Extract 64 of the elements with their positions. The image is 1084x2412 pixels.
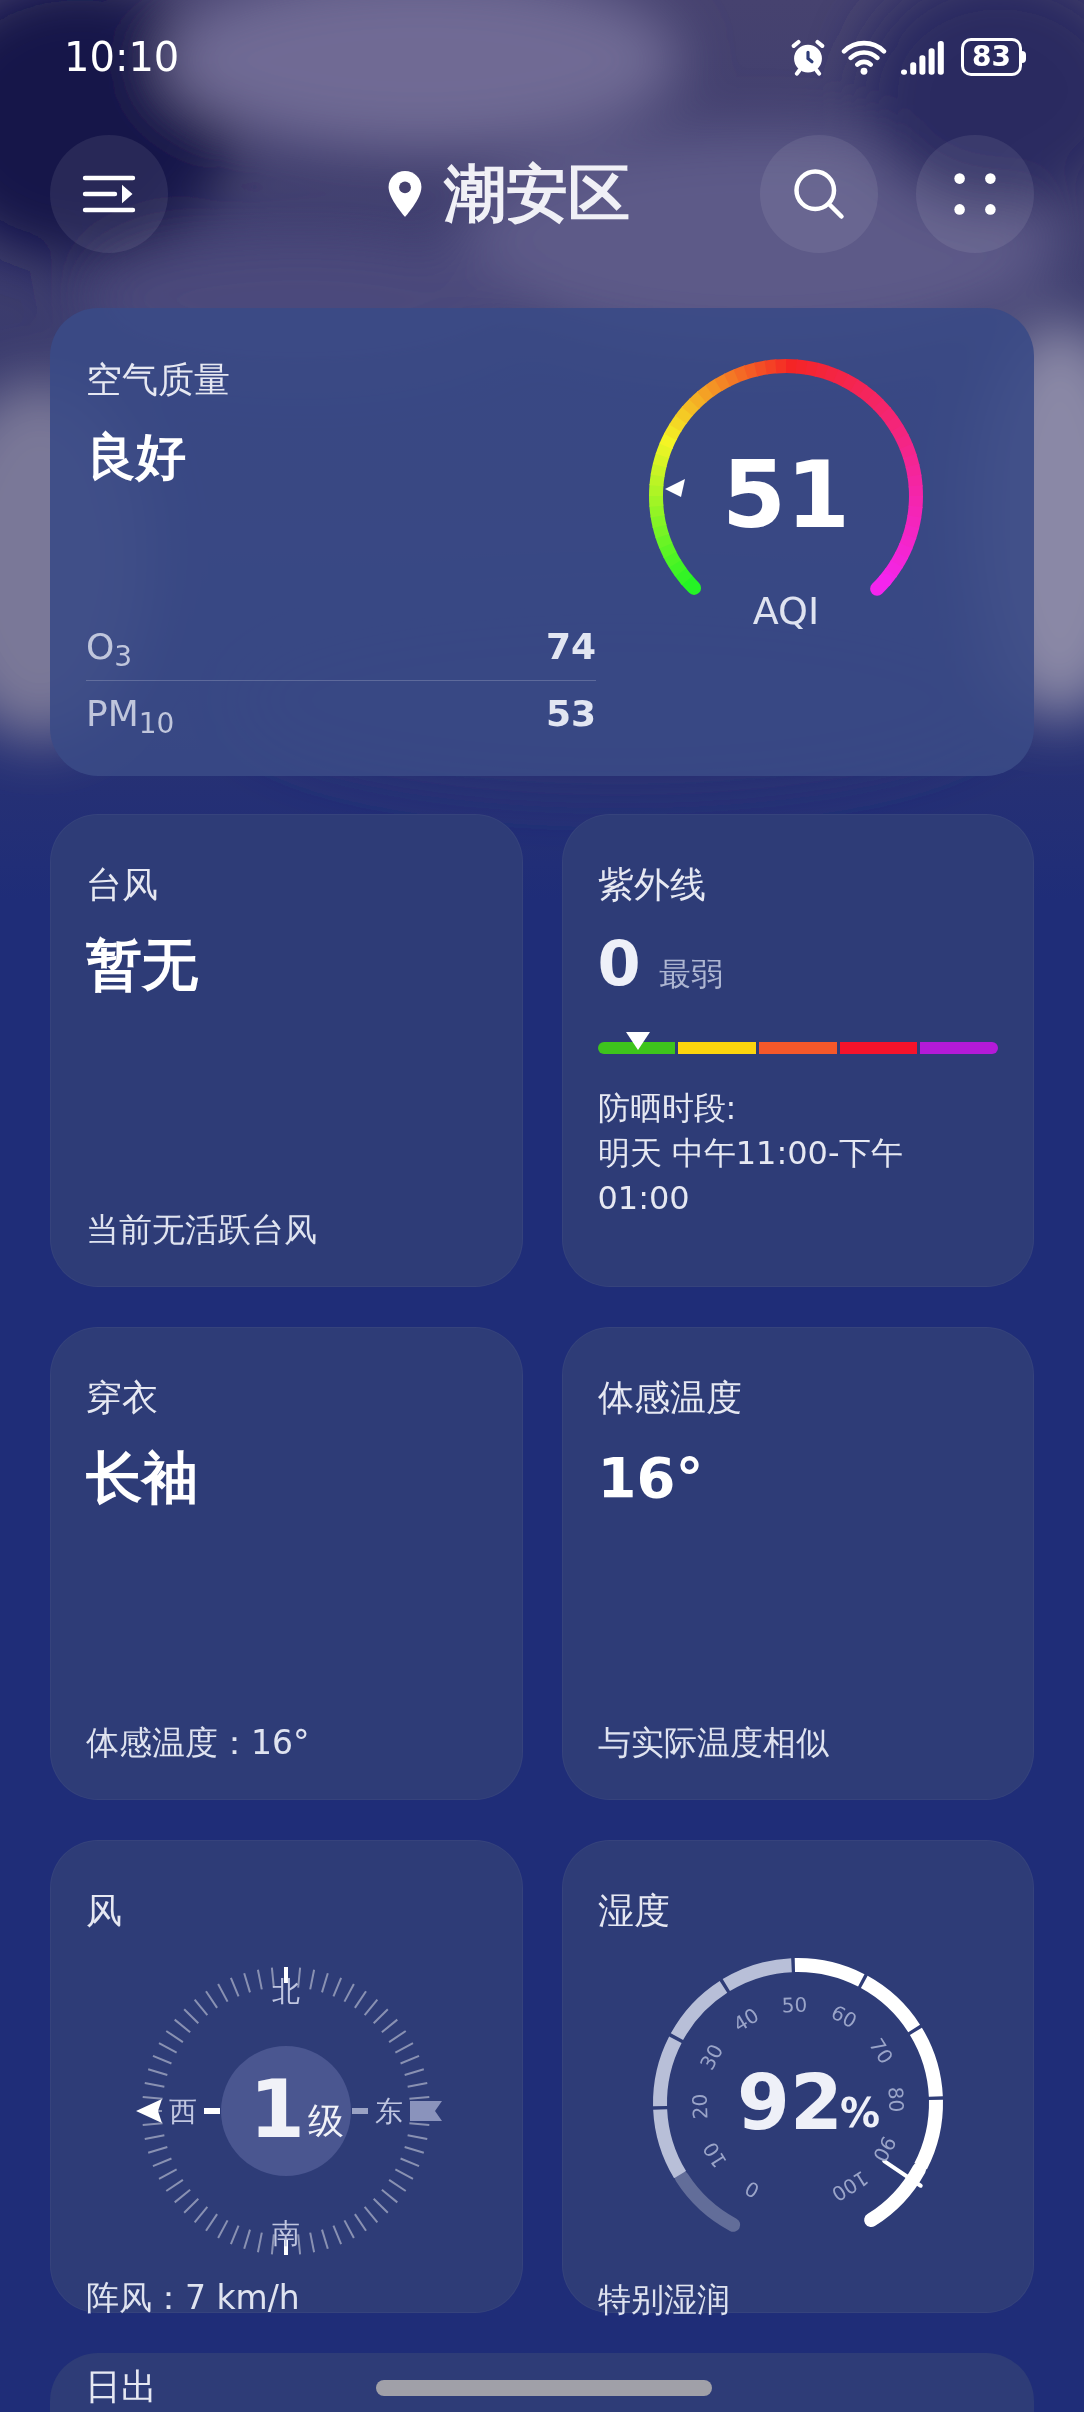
pollutant-name: O$_{3}$	[86, 625, 133, 674]
uv-index-value: 0	[597, 933, 641, 995]
card-title: 湿度	[597, 1893, 671, 1929]
card-title: 台风	[86, 867, 159, 903]
card-note: 阵风：7 km/h	[86, 2281, 301, 2314]
gauge-scale-label: 80	[883, 2086, 909, 2113]
pollutant-value: 53	[545, 691, 596, 736]
four-dots-icon	[953, 172, 997, 216]
location-title: 潮安区	[444, 163, 630, 225]
card-title: 日出	[85, 2366, 157, 2407]
air-quality-card[interactable]: 空气质量 良好 O$_{3}$ 74 PM$_{10}$ 53 51 AQI	[50, 308, 1034, 776]
gauge-scale-label: 60	[826, 1999, 861, 2034]
compass-direction-label: 西	[169, 2095, 198, 2128]
gauge-scale-label: 70	[863, 2033, 898, 2069]
gauge-scale-label: 50	[781, 1992, 808, 2018]
wind-arrow-head	[136, 2099, 163, 2123]
info-card[interactable]: 体感温度 16° 与实际温度相似	[561, 1327, 1034, 1800]
card-note: 特别湿润	[597, 2283, 731, 2316]
card-value: 16°	[597, 1450, 705, 1506]
sun-protection-time: 明天 中午11:00-下午01:00	[597, 1132, 905, 1219]
card-title: 空气质量	[86, 362, 231, 398]
humidity-needle	[881, 2159, 923, 2188]
location-pin-icon	[388, 171, 422, 217]
card-value: 长袖	[86, 1450, 199, 1506]
air-quality-status: 良好	[86, 432, 187, 482]
info-card[interactable]: 台风 暂无 当前无活跃台风	[50, 814, 523, 1287]
aqi-value: 51	[722, 450, 850, 542]
menu-icon	[81, 174, 137, 214]
wifi-icon	[841, 38, 888, 76]
status-time: 10:10	[64, 33, 180, 82]
gauge-scale-label: 10	[697, 2137, 732, 2173]
uv-marker	[625, 1032, 650, 1050]
info-card[interactable]: 紫外线 0 最弱 防晒时段: 明天 中午11:00-下午01:00	[561, 814, 1034, 1287]
aqi-pointer-icon	[665, 478, 686, 497]
wind-arrow-shaft	[204, 2108, 221, 2114]
gauge-scale-label: 30	[694, 2040, 728, 2074]
sunrise-card[interactable]: 日出	[50, 2353, 1034, 2412]
uv-level-text: 最弱	[658, 954, 723, 995]
card-value: 暂无	[86, 937, 199, 993]
gauge-scale-label: 40	[728, 2002, 763, 2037]
wind-level-unit: 级	[308, 2100, 345, 2141]
card-note: 当前无活跃台风	[86, 1213, 318, 1246]
wind-arrow-tail	[410, 2101, 443, 2121]
gauge-scale-label: 100	[827, 2165, 873, 2207]
card-title: 紫外线	[597, 867, 707, 903]
card-title: 体感温度	[597, 1380, 743, 1416]
info-card[interactable]: 风 北 东 南 西 1 级 阵风：7 km/h	[50, 1840, 523, 2313]
wind-arrow-shaft	[352, 2108, 369, 2114]
wind-level-value: 1	[249, 2063, 306, 2156]
card-note: 体感温度：16°	[86, 1726, 311, 1759]
card-title: 风	[86, 1893, 123, 1929]
aqi-label: AQI	[752, 592, 820, 630]
compass-direction-label: 东	[375, 2095, 404, 2128]
card-note: 与实际温度相似	[597, 1726, 830, 1759]
info-card[interactable]: 穿衣 长袖 体感温度：16°	[50, 1327, 523, 1800]
card-title: 穿衣	[86, 1380, 159, 1416]
gauge-scale-label: 0	[740, 2175, 763, 2204]
compass-direction-label: 北	[272, 1975, 301, 2008]
compass-direction-label: 南	[272, 2217, 301, 2250]
battery-indicator: 83	[961, 38, 1022, 76]
pollutant-value: 74	[545, 625, 596, 669]
gauge-scale-label: 20	[687, 2093, 713, 2120]
sun-protection-label: 防晒时段:	[597, 1088, 738, 1129]
pollutant-name: PM$_{10}$	[86, 691, 175, 741]
